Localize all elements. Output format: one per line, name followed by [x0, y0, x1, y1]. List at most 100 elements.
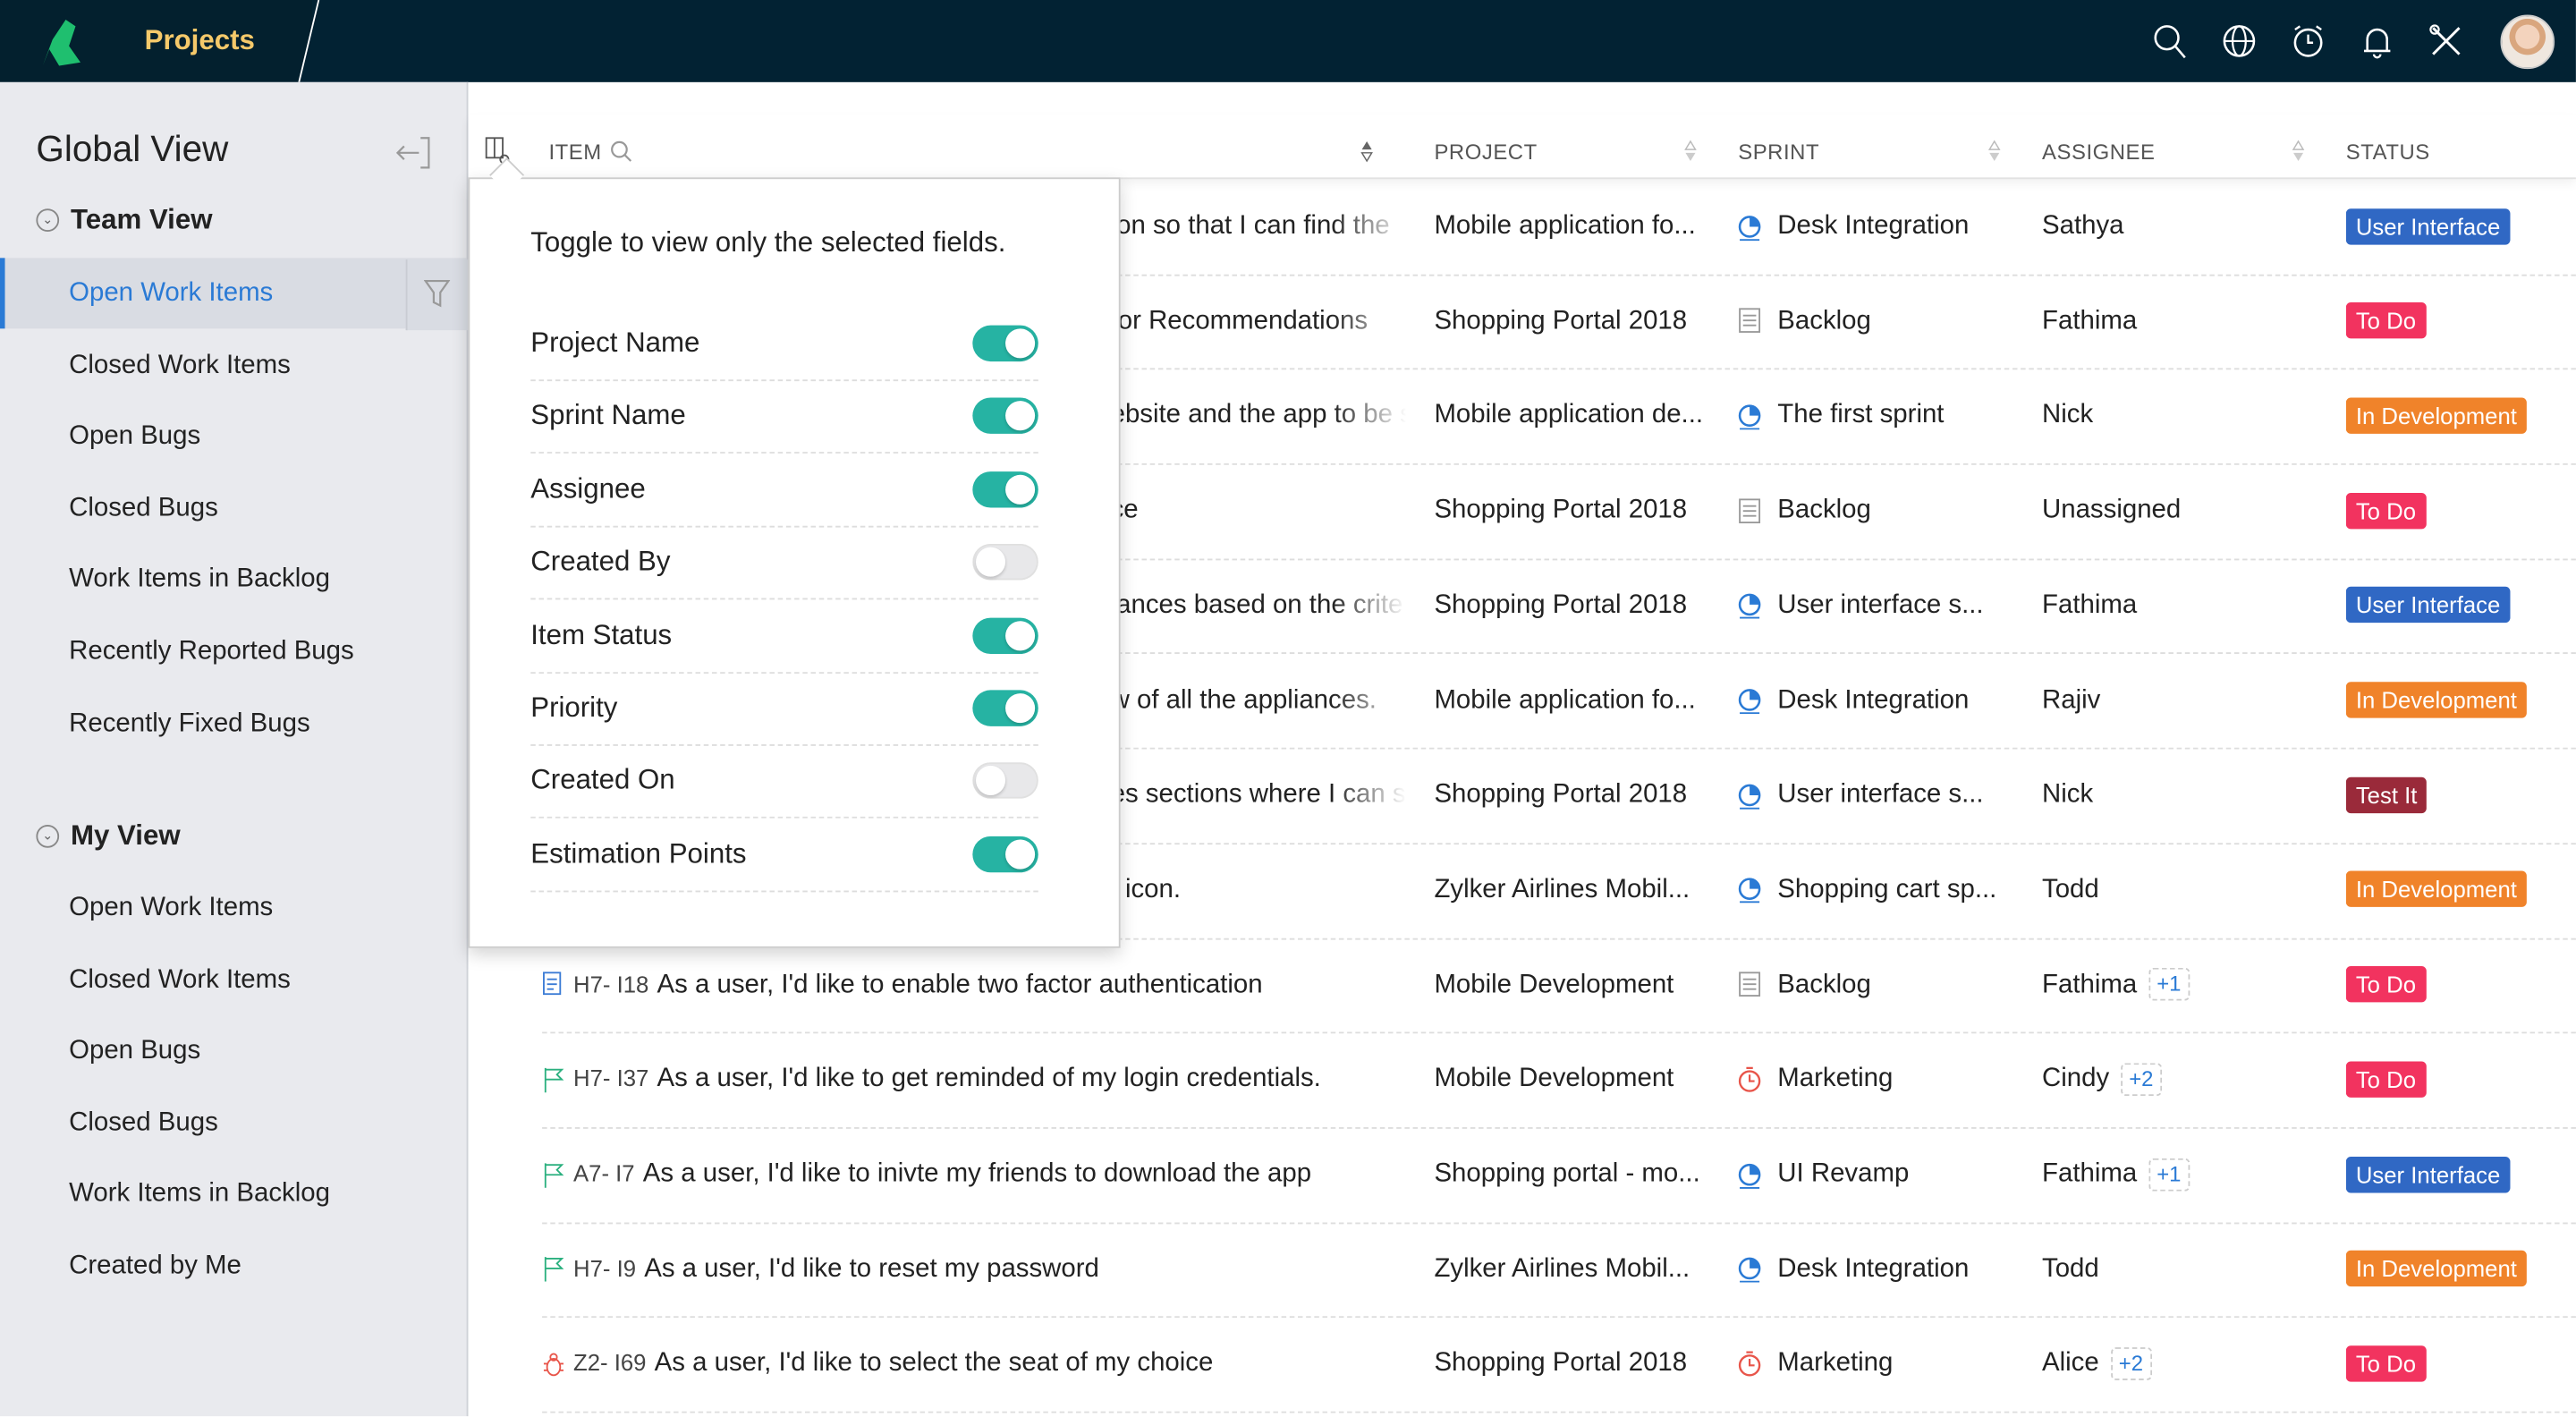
sidebar-item-recently-reported-bugs[interactable]: Recently Reported Bugs — [0, 616, 467, 687]
toggle-knob — [975, 766, 1006, 796]
column-sprint[interactable]: SPRINT — [1738, 140, 1819, 165]
item-title[interactable]: ion so that I can find the — [1111, 179, 1407, 273]
sort-project-icon[interactable] — [1684, 140, 1698, 163]
item-title[interactable]: As a user, I'd like to get reminded of m… — [657, 1032, 1321, 1126]
column-status[interactable]: STATUS — [2346, 140, 2430, 165]
status-badge[interactable]: In Development — [2345, 1251, 2527, 1287]
sidebar-item-work-items-in-backlog[interactable]: Work Items in Backlog — [0, 1159, 467, 1230]
table-row[interactable]: A7- I7 As a user, I'd like to inivte my f… — [542, 1127, 2576, 1224]
team-view-toggle[interactable]: ⌄ Team View — [36, 204, 213, 237]
item-title[interactable]: iances based on the crite — [1111, 558, 1407, 652]
flag-icon — [544, 1067, 564, 1093]
status-badge[interactable]: User Interface — [2345, 208, 2511, 244]
field-toggle-switch[interactable] — [972, 690, 1038, 726]
table-row[interactable]: H7- I18 As a user, I'd like to enable two… — [542, 938, 2576, 1034]
field-toggle-switch[interactable] — [972, 762, 1038, 800]
item-title[interactable]: for Recommendations — [1111, 274, 1407, 368]
search-icon[interactable] — [2150, 21, 2190, 61]
assignee-cell: Sathya — [2042, 179, 2321, 273]
assignee-cell: Unassigned — [2042, 463, 2321, 557]
item-title[interactable]: w of all the appliances. — [1111, 653, 1407, 747]
sprint-cell: Desk Integration — [1736, 1222, 2015, 1316]
app-title[interactable]: Projects — [145, 25, 255, 58]
tools-icon[interactable] — [2427, 21, 2466, 61]
status-badge[interactable]: In Development — [2345, 397, 2527, 434]
item-key[interactable]: H7- I37 — [573, 1032, 648, 1126]
item-cell: A7- I7 As a user, I'd like to inivte my f… — [542, 1127, 1404, 1221]
item-search-icon[interactable] — [609, 140, 632, 163]
field-toggle-row: Project Name — [530, 307, 1038, 382]
field-toggle-switch[interactable] — [972, 616, 1038, 654]
table-row[interactable]: H7- I37 As a user, I'd like to get remind… — [542, 1032, 2576, 1129]
field-toggle-switch[interactable] — [972, 836, 1038, 872]
more-assignees[interactable]: +1 — [2148, 1157, 2190, 1191]
sidebar-item-work-items-in-backlog[interactable]: Work Items in Backlog — [0, 545, 467, 615]
item-key[interactable]: Z2- I69 — [573, 1317, 646, 1411]
status-badge[interactable]: To Do — [2345, 966, 2427, 1003]
sprint-cell: Desk Integration — [1736, 653, 2015, 747]
sprint-icon — [1738, 1257, 1761, 1283]
item-key[interactable]: H7- I18 — [573, 938, 648, 1031]
my-view-toggle[interactable]: ⌄ My View — [36, 820, 181, 853]
sidebar-item-created-by-me[interactable]: Created by Me — [0, 1231, 467, 1302]
more-assignees[interactable]: +1 — [2148, 967, 2190, 1001]
item-key[interactable]: A7- I7 — [573, 1127, 635, 1221]
more-assignees[interactable]: +2 — [2110, 1346, 2152, 1380]
item-title[interactable]: es sections where I can s — [1111, 748, 1407, 842]
status-badge[interactable]: To Do — [2345, 1061, 2427, 1098]
sprint-name: User interface s... — [1777, 780, 1984, 810]
item-title[interactable]: ebsite and the app to be s — [1111, 369, 1407, 462]
field-toggle-switch[interactable] — [972, 471, 1038, 508]
field-toggle-switch[interactable] — [972, 325, 1038, 362]
toggle-knob — [1005, 328, 1036, 359]
item-key[interactable]: H7- I9 — [573, 1222, 636, 1316]
status-badge[interactable]: User Interface — [2345, 1156, 2511, 1192]
status-badge[interactable]: User Interface — [2345, 587, 2511, 624]
globe-icon[interactable] — [2219, 21, 2258, 61]
flag-icon — [544, 1257, 564, 1282]
sidebar-item-open-work-items[interactable]: Open Work Items — [0, 872, 467, 943]
sidebar-item-closed-bugs[interactable]: Closed Bugs — [0, 473, 467, 544]
item-title[interactable]: As a user, I'd like to select the seat o… — [655, 1317, 1214, 1411]
sidebar-item-open-work-items[interactable]: Open Work Items — [0, 258, 467, 329]
field-toggle-switch[interactable] — [972, 398, 1038, 435]
bell-icon[interactable] — [2358, 21, 2397, 61]
sidebar-item-label: Created by Me — [69, 1252, 242, 1280]
column-project[interactable]: PROJECT — [1434, 140, 1537, 165]
sprint-icon — [1738, 1163, 1761, 1188]
avatar[interactable] — [2500, 14, 2555, 70]
sidebar-item-open-bugs[interactable]: Open Bugs — [0, 1015, 467, 1086]
item-title[interactable]: As a user, I'd like to enable two factor… — [657, 938, 1263, 1031]
sort-item-icon[interactable] — [1360, 140, 1374, 163]
sidebar-item-recently-fixed-bugs[interactable]: Recently Fixed Bugs — [0, 688, 467, 759]
field-label: Created On — [530, 764, 675, 796]
column-assignee[interactable]: ASSIGNEE — [2042, 140, 2156, 165]
item-title[interactable]: ce — [1111, 463, 1407, 557]
status-badge[interactable]: To Do — [2345, 302, 2427, 339]
status-badge[interactable]: To Do — [2345, 1345, 2427, 1382]
status-badge[interactable]: In Development — [2345, 682, 2527, 718]
status-cell: User Interface — [2345, 558, 2576, 652]
clock-icon[interactable] — [2289, 21, 2328, 61]
sidebar-item-closed-bugs[interactable]: Closed Bugs — [0, 1088, 467, 1158]
status-badge[interactable]: To Do — [2345, 492, 2427, 529]
table-row[interactable]: Z2- I69 As a user, I'd like to select the… — [542, 1317, 2576, 1413]
table-row[interactable]: H7- I9 As a user, I'd like to reset my pa… — [542, 1222, 2576, 1319]
sort-assignee-icon[interactable] — [2292, 140, 2305, 163]
item-title[interactable]: t icon. — [1111, 843, 1407, 937]
field-toggle-switch[interactable] — [972, 544, 1038, 581]
filter-button[interactable] — [405, 259, 469, 331]
sort-sprint-icon[interactable] — [1987, 140, 2001, 163]
item-title[interactable]: As a user, I'd like to reset my password — [644, 1222, 1099, 1316]
sidebar-item-closed-work-items[interactable]: Closed Work Items — [0, 329, 467, 400]
status-badge[interactable]: In Development — [2345, 871, 2527, 908]
timer-icon — [1738, 1351, 1761, 1377]
item-title[interactable]: As a user, I'd like to inivte my friends… — [643, 1127, 1311, 1221]
sidebar-item-open-bugs[interactable]: Open Bugs — [0, 401, 467, 471]
sidebar-item-label: Open Bugs — [69, 422, 201, 451]
column-item[interactable]: ITEM — [548, 140, 601, 165]
collapse-sidebar-icon[interactable] — [394, 135, 434, 171]
status-badge[interactable]: Test It — [2345, 776, 2428, 813]
sidebar-item-closed-work-items[interactable]: Closed Work Items — [0, 944, 467, 1014]
more-assignees[interactable]: +2 — [2121, 1062, 2162, 1096]
